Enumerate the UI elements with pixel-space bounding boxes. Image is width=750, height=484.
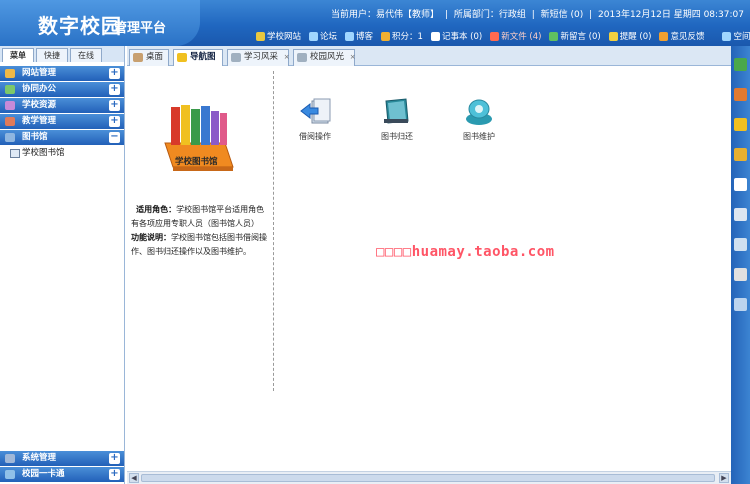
new-file-icon <box>490 31 500 41</box>
action-maintain-book[interactable]: 图书维护 <box>449 97 509 142</box>
expand-icon[interactable]: + <box>109 116 120 127</box>
star-icon <box>177 53 187 62</box>
toolbar-space[interactable]: 空间 <box>722 30 750 42</box>
pencil-icon[interactable] <box>734 118 747 131</box>
messages-link[interactable]: 新短信 (0) <box>541 10 584 20</box>
datetime: 2013年12月12日 星期四 08:37:07 <box>598 10 744 20</box>
menu-campus-card[interactable]: 校园一卡通 + <box>0 467 124 482</box>
close-icon[interactable]: × <box>284 53 290 61</box>
close-icon[interactable]: × <box>350 53 356 61</box>
logo: 数字校园 管理平台 <box>0 0 200 46</box>
header: 数字校园 管理平台 当前用户：易代伟【教师】 | 所属部门：行政组 | 新短信 … <box>0 0 750 46</box>
department: 所属部门：行政组 <box>453 10 526 20</box>
role-title: 适用角色： <box>136 205 177 214</box>
action-return-book[interactable]: 图书归还 <box>367 97 427 142</box>
logo-main-text: 数字校园 <box>38 14 122 38</box>
menu-teaching-management[interactable]: 教学管理 + <box>0 114 124 129</box>
action-borrow[interactable]: 借阅操作 <box>285 97 345 142</box>
expand-icon[interactable]: + <box>109 469 120 480</box>
reminder-icon <box>608 31 618 41</box>
sidebar: 菜单 快捷 在线 网站管理 + 协同办公 + 学校资源 + 教学管理 + 图书馆 <box>0 46 125 484</box>
toolbar-school-site[interactable]: 学校网站 <box>256 30 301 42</box>
settings-icon[interactable] <box>734 298 747 311</box>
system-icon <box>5 454 15 463</box>
printer-icon[interactable] <box>734 268 747 281</box>
expand-icon[interactable]: + <box>109 68 120 79</box>
horizontal-scrollbar[interactable]: ◀ ▶ <box>127 471 731 484</box>
menu-library[interactable]: 图书馆 − <box>0 130 124 145</box>
tab-navigation-map[interactable]: 导航图 <box>173 49 223 66</box>
expand-icon[interactable]: + <box>109 100 120 111</box>
scroll-left-icon[interactable]: ◀ <box>129 473 139 483</box>
sub-item-school-library[interactable]: 学校图书馆 <box>0 146 124 160</box>
right-icon-rail <box>731 46 750 484</box>
sidebar-tab-shortcuts[interactable]: 快捷 <box>36 48 68 62</box>
collapse-icon[interactable]: − <box>109 132 120 143</box>
school-site-icon <box>256 31 265 41</box>
library-icon <box>5 133 15 142</box>
menu-collaborative-office[interactable]: 协同办公 + <box>0 82 124 97</box>
toolbar-forum[interactable]: 论坛 <box>309 30 337 42</box>
page-icon <box>297 53 307 62</box>
card-icon <box>5 470 15 479</box>
toolbar-new-message[interactable]: 新留言 (0) <box>549 30 601 42</box>
toolbar-feedback[interactable]: 意见反馈 <box>659 30 704 42</box>
column-divider <box>273 71 274 391</box>
tab-desktop[interactable]: 桌面 <box>129 49 169 66</box>
hero-label[interactable]: 学校图书馆 <box>175 155 218 167</box>
document-icon[interactable] <box>734 208 747 221</box>
sidebar-tabs: 菜单 快捷 在线 <box>0 46 124 62</box>
toolbar-notepad[interactable]: 记事本 (0) <box>430 30 482 42</box>
website-icon <box>5 69 15 78</box>
sidebar-bottom-menu: 系统管理 + 校园一卡通 + <box>0 451 124 483</box>
office-icon <box>5 85 15 94</box>
page-icon <box>231 53 241 62</box>
feedback-icon <box>659 31 669 41</box>
toolbar-blog[interactable]: 博客 <box>345 30 373 42</box>
download-icon[interactable] <box>734 238 747 251</box>
space-icon <box>722 31 732 41</box>
toolbar-new-file[interactable]: 新文件 (4) <box>490 30 541 42</box>
watermark: □□□□huamay.taoba.com <box>376 244 555 260</box>
expand-icon[interactable]: + <box>109 453 120 464</box>
scrollbar-thumb[interactable] <box>141 474 715 482</box>
sidebar-tab-menu[interactable]: 菜单 <box>2 48 34 62</box>
scroll-right-icon[interactable]: ▶ <box>719 473 729 483</box>
menu-website-management[interactable]: 网站管理 + <box>0 66 124 81</box>
tab-campus-scenery[interactable]: 校园风光 × <box>293 49 356 66</box>
toolbar-reminder[interactable]: 提醒 (0) <box>608 30 651 42</box>
function-title: 功能说明： <box>131 233 171 242</box>
notepad-icon <box>430 31 440 41</box>
resources-icon <box>5 101 15 110</box>
document-icon <box>10 148 20 158</box>
header-toolbar: 学校网站 论坛 博客 积分：1 记事本 (0) 新文件 (4) 新留言 (0) … <box>256 29 750 43</box>
forum-icon <box>309 31 319 41</box>
home-icon <box>133 53 143 62</box>
tab-learning-showcase[interactable]: 学习风采 × <box>227 49 290 66</box>
key-icon[interactable] <box>734 148 747 161</box>
menu-school-resources[interactable]: 学校资源 + <box>0 98 124 113</box>
teaching-icon <box>5 117 15 126</box>
app-window: 数字校园 管理平台 当前用户：易代伟【教师】 | 所属部门：行政组 | 新短信 … <box>0 0 750 484</box>
maintain-book-icon <box>462 97 496 127</box>
main-content: 学校图书馆 适用角色：学校图书馆平台适用角色有各项应用专职人员（图书馆人员） 功… <box>127 67 731 471</box>
return-book-icon <box>380 97 414 127</box>
blog-icon <box>345 31 355 41</box>
books-icon[interactable] <box>734 58 747 71</box>
sidebar-tab-online[interactable]: 在线 <box>70 48 102 62</box>
toolbar-points[interactable]: 积分：1 <box>381 30 423 42</box>
points-icon <box>381 31 391 41</box>
user-status-line: 当前用户：易代伟【教师】 | 所属部门：行政组 | 新短信 (0) | 2013… <box>331 10 744 20</box>
module-description: 适用角色：学校图书馆平台适用角色有各项应用专职人员（图书馆人员） 功能说明：学校… <box>131 203 269 259</box>
new-message-icon <box>549 31 559 41</box>
book-icon[interactable] <box>734 88 747 101</box>
user-icon[interactable] <box>734 178 747 191</box>
page-tabs: 桌面 导航图 学习风采 × 校园风光 × <box>127 46 731 66</box>
current-user: 当前用户：易代伟【教师】 <box>331 10 440 20</box>
borrow-icon <box>298 97 332 127</box>
logo-sub-text: 管理平台 <box>114 21 167 36</box>
expand-icon[interactable]: + <box>109 84 120 95</box>
menu-system-management[interactable]: 系统管理 + <box>0 451 124 466</box>
